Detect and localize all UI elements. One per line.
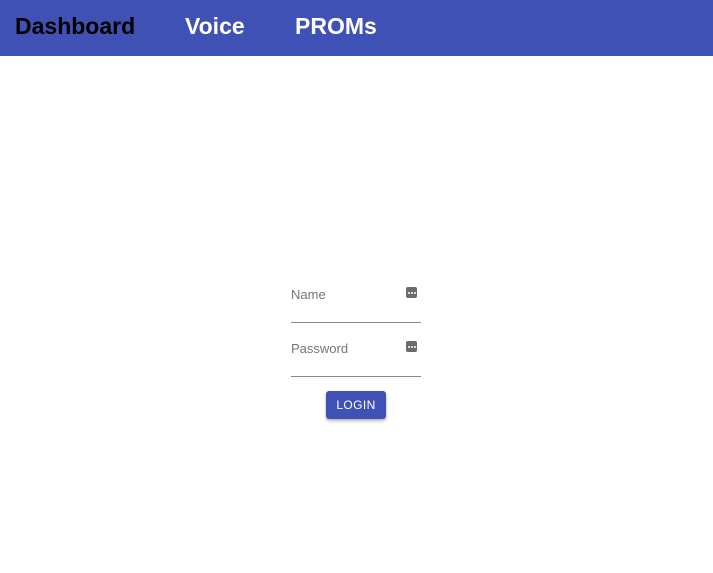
name-input[interactable] xyxy=(291,300,401,320)
name-field-container: Name xyxy=(291,276,421,323)
password-field-container: Password xyxy=(291,330,421,377)
login-form: Name Password xyxy=(291,276,421,384)
password-manager-key-icon[interactable] xyxy=(406,287,417,298)
nav-voice[interactable]: Voice xyxy=(185,12,245,40)
top-nav-bar: Dashboard Voice PROMs xyxy=(0,0,713,56)
password-manager-key-icon[interactable] xyxy=(406,341,417,352)
nav-proms[interactable]: PROMs xyxy=(295,12,377,40)
login-button[interactable]: LOGIN xyxy=(326,391,386,419)
password-input[interactable] xyxy=(291,354,401,374)
nav-dashboard[interactable]: Dashboard xyxy=(15,12,135,40)
